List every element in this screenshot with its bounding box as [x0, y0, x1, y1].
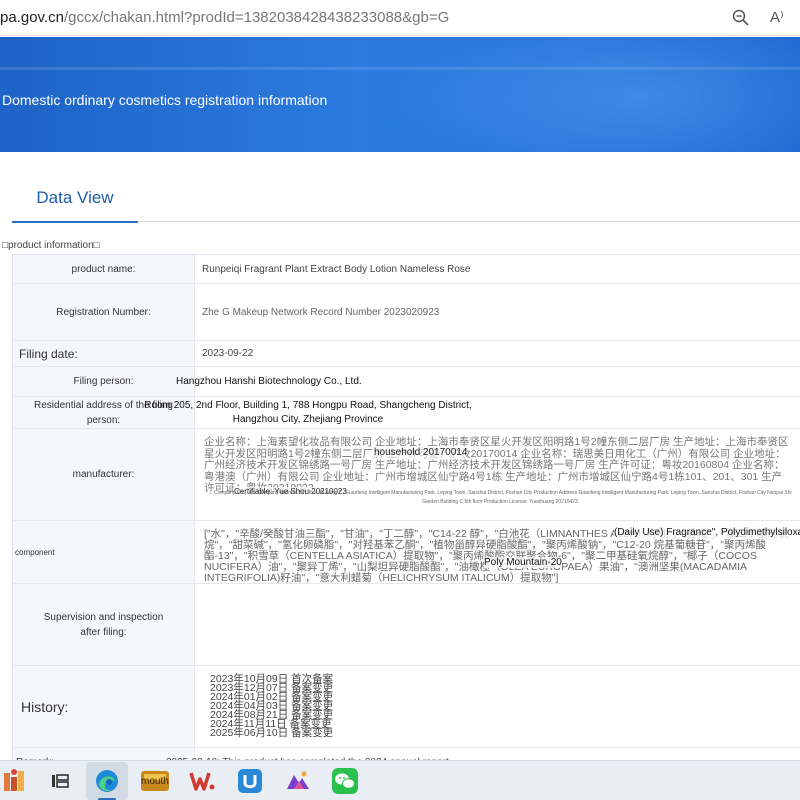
- tab-active-indicator: [12, 221, 138, 223]
- wps-office-icon[interactable]: [188, 767, 216, 795]
- widgets-icon[interactable]: [2, 767, 30, 795]
- edge-icon[interactable]: [93, 767, 121, 795]
- value-supervision: [196, 584, 800, 665]
- page-banner: Domestic ordinary cosmetics registration…: [0, 37, 800, 152]
- label-registration-number: Registration Number:: [13, 284, 195, 340]
- zoom-out-icon[interactable]: [731, 8, 751, 28]
- banner-title: Domestic ordinary cosmetics registration…: [2, 92, 328, 108]
- product-info-table: product name: Runpeiqi Fragrant Plant Ex…: [12, 254, 800, 778]
- label-product-name: product name:: [13, 255, 195, 283]
- row-supervision: Supervision and inspection after filing:: [13, 584, 800, 666]
- label-supervision: Supervision and inspection after filing:: [13, 584, 195, 665]
- value-history: 2023年10月09日 首次备案 2023年12月07日 备案变更 2024年0…: [196, 666, 800, 747]
- url-path: /gccx/chakan.html?prodId=138203842843823…: [63, 9, 450, 26]
- value-filing-person: Hangzhou Hanshi Biotechnology Co., Ltd.: [176, 376, 362, 387]
- value-registration-number: Zhe G Makeup Network Record Number 20230…: [202, 306, 440, 318]
- row-registration-number: Registration Number: Zhe G Makeup Networ…: [13, 284, 800, 341]
- value-residential-address: Room 205, 2nd Floor, Building 1, 788 Hon…: [144, 399, 472, 425]
- taskbar: mouth: [0, 760, 800, 800]
- manufacturer-translation-3: ... Company Co., Ltd. Company address 5t…: [208, 490, 792, 505]
- component-translation-2: Poly Mountain-20: [484, 557, 562, 568]
- mouth-app-label: mouth: [141, 776, 169, 787]
- tab-label: Data View: [36, 188, 114, 207]
- value-component: ["水"，"辛酸/癸酸甘油三酯"，"甘油"，"丁二醇"，"C14-22 醇"，"…: [196, 521, 800, 584]
- u-app-icon[interactable]: [236, 767, 264, 795]
- wechat-icon[interactable]: [331, 767, 359, 795]
- row-component: component ["水"，"辛酸/癸酸甘油三酯"，"甘油"，"丁二醇"，"C…: [13, 521, 800, 584]
- manufacturer-original-text: 企业名称：上海素望化妆品有限公司 企业地址：上海市奉贤区星火开发区阳明路1号2幢…: [204, 436, 789, 494]
- row-filing-date: Filing date: 2023-09-22: [13, 341, 800, 367]
- value-manufacturer: 企业名称：上海素望化妆品有限公司 企业地址：上海市奉贤区星火开发区阳明路1号2幢…: [196, 429, 800, 520]
- task-view-icon[interactable]: [46, 767, 74, 795]
- photo-app-icon[interactable]: [284, 767, 312, 795]
- url-text[interactable]: pa.gov.cn/gccx/chakan.html?prodId=138203…: [0, 9, 449, 26]
- banner-decoration-line: [0, 67, 800, 70]
- tab-data-view[interactable]: Data View: [12, 188, 138, 223]
- label-manufacturer: manufacturer:: [13, 429, 195, 520]
- section-title: □product information□: [2, 240, 100, 251]
- history-list: 2023年10月09日 首次备案 2023年12月07日 备案变更 2024年0…: [202, 674, 334, 739]
- banner-decoration: [380, 37, 800, 152]
- tab-divider: [138, 221, 800, 222]
- label-filing-date: Filing date:: [13, 341, 195, 366]
- address-bar[interactable]: pa.gov.cn/gccx/chakan.html?prodId=138203…: [0, 0, 800, 36]
- tab-bar: Data View: [0, 170, 800, 223]
- row-history: History: 2023年10月09日 首次备案 2023年12月07日 备案…: [13, 666, 800, 748]
- label-history: History:: [13, 666, 195, 747]
- label-filing-person: Filing person:: [13, 367, 195, 396]
- manufacturer-translation-1: household 20170014: [374, 447, 468, 458]
- label-component: component: [13, 521, 195, 583]
- read-aloud-icon[interactable]: A⁾: [770, 8, 790, 28]
- row-product-name: product name: Runpeiqi Fragrant Plant Ex…: [13, 255, 800, 284]
- row-manufacturer: manufacturer: 企业名称：上海素望化妆品有限公司 企业地址：上海市奉…: [13, 429, 800, 521]
- component-translation-1: (Daily Use) Fragrance", Polydimethylsilo…: [614, 527, 800, 538]
- row-filing-person: Filing person: Hangzhou Hanshi Biotechno…: [13, 367, 800, 397]
- url-domain: pa.gov.cn: [0, 9, 64, 26]
- history-item: 2025年06月10日 备案变更: [210, 727, 334, 739]
- row-residential-address: Residential address of the filing person…: [13, 397, 800, 429]
- value-product-name: Runpeiqi Fragrant Plant Extract Body Lot…: [202, 263, 471, 275]
- mouth-app-icon[interactable]: mouth: [140, 767, 170, 795]
- value-filing-date: 2023-09-22: [202, 348, 254, 359]
